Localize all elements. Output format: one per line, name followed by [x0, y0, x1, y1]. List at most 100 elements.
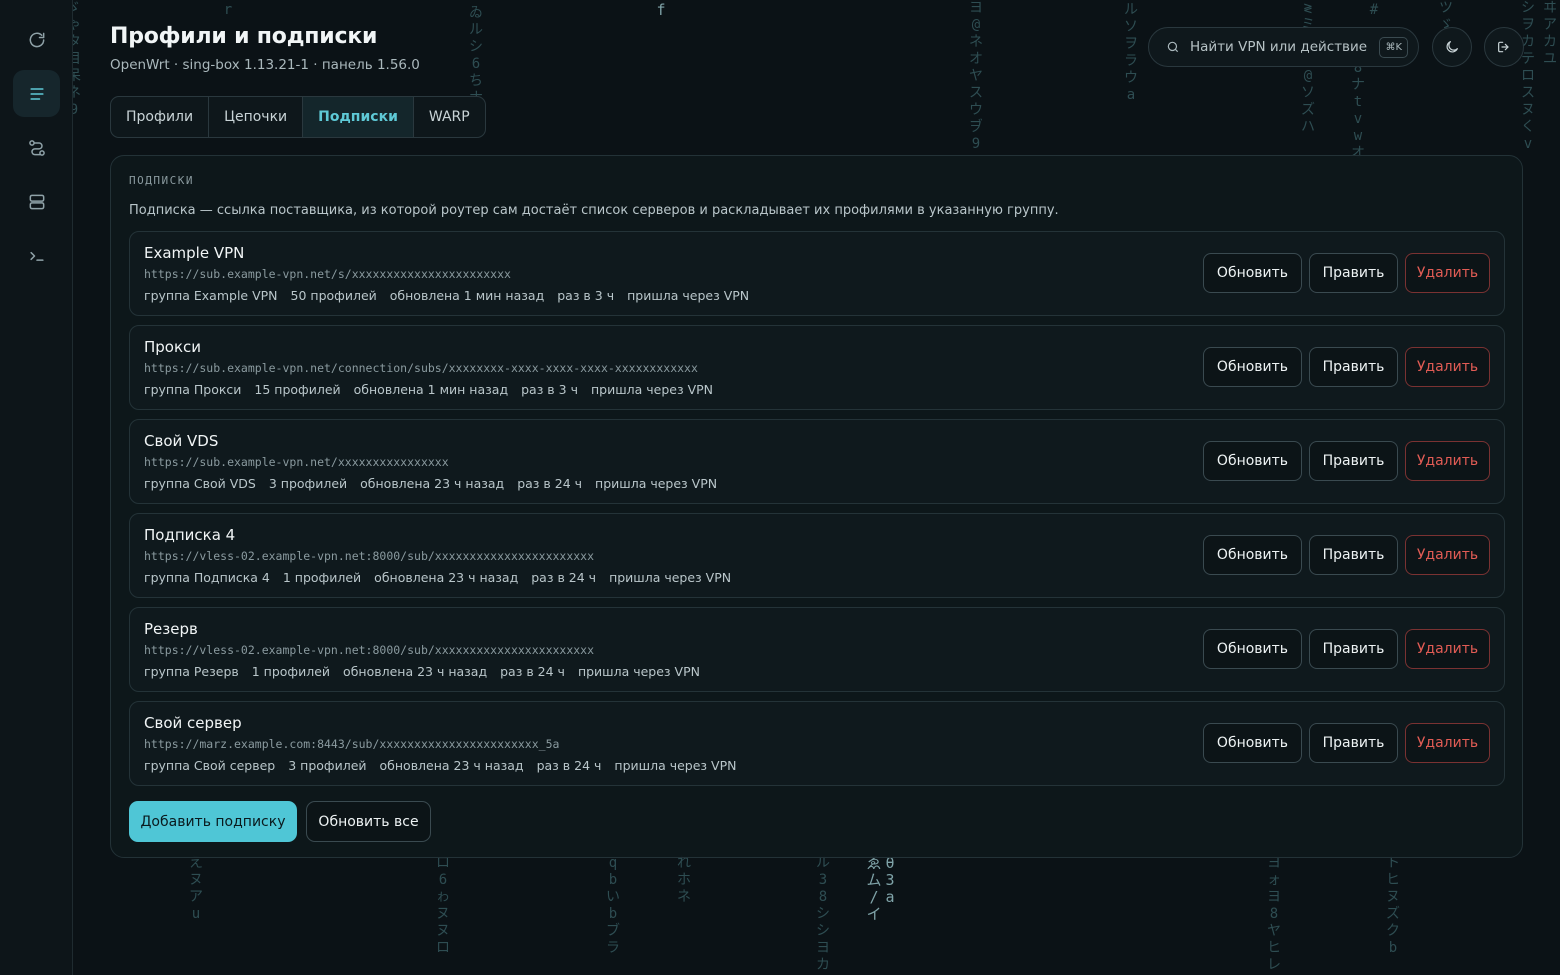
edit-button[interactable]: Править [1309, 723, 1398, 763]
meta-group: группа Прокси [144, 382, 242, 397]
subscription-meta: группа Example VPN 50 профилей обновлена… [144, 288, 762, 303]
refresh-button[interactable]: Обновить [1203, 723, 1302, 763]
delete-button[interactable]: Удалить [1405, 441, 1490, 481]
sidebar-item-routing[interactable] [13, 124, 60, 171]
meta-group: группа Свой VDS [144, 476, 256, 491]
subscription-url: https://vless-02.example-vpn.net:8000/su… [144, 549, 595, 563]
edit-button[interactable]: Править [1309, 535, 1398, 575]
tab-bar: Профили Цепочки Подписки WARP [110, 96, 486, 138]
section-description: Подписка — ссылка поставщика, из которой… [129, 203, 1059, 218]
refresh-all-button[interactable]: Обновить все [306, 801, 431, 842]
moon-icon [1446, 41, 1458, 53]
meta-via: пришла через VPN [627, 288, 750, 303]
meta-updated: обновлена 1 мин назад [353, 382, 509, 397]
subscription-name: Example VPN [144, 244, 245, 262]
delete-button[interactable]: Удалить [1405, 347, 1490, 387]
meta-group: группа Подписка 4 [144, 570, 270, 585]
subscription-actions: Обновить Править Удалить [1196, 347, 1490, 387]
subscription-card: Свой сервер https://marz.example.com:844… [129, 701, 1505, 786]
subscription-card: Подписка 4 https://vless-02.example-vpn.… [129, 513, 1505, 598]
subscription-actions: Обновить Править Удалить [1196, 535, 1490, 575]
edit-button[interactable]: Править [1309, 253, 1398, 293]
meta-updated: обновлена 23 ч назад [379, 758, 524, 773]
subscription-name: Прокси [144, 338, 202, 356]
tab-profiles[interactable]: Профили [111, 97, 210, 137]
subscription-url: https://sub.example-vpn.net/s/xxxxxxxxxx… [144, 267, 511, 281]
theme-toggle-button[interactable] [1432, 27, 1472, 67]
subscription-card: Свой VDS https://sub.example-vpn.net/xxx… [129, 419, 1505, 504]
meta-interval: раз в 3 ч [557, 288, 615, 303]
meta-profiles: 1 профилей [251, 664, 331, 679]
meta-interval: раз в 24 ч [517, 476, 583, 491]
subscription-card: Example VPN https://sub.example-vpn.net/… [129, 231, 1505, 316]
server-icon [29, 194, 44, 209]
meta-via: пришла через VPN [595, 476, 718, 491]
meta-profiles: 50 профилей [290, 288, 377, 303]
tab-warp[interactable]: WARP [414, 97, 485, 137]
meta-interval: раз в 3 ч [521, 382, 578, 397]
subscription-meta: группа Подписка 4 1 профилей обновлена 2… [144, 570, 744, 585]
tab-chains[interactable]: Цепочки [209, 97, 304, 137]
subscription-actions: Обновить Править Удалить [1196, 723, 1490, 763]
sidebar [0, 0, 73, 975]
subscription-url: https://sub.example-vpn.net/connection/s… [144, 361, 698, 375]
subscription-name: Подписка 4 [144, 526, 236, 544]
refresh-button[interactable]: Обновить [1203, 347, 1302, 387]
tab-subscriptions[interactable]: Подписки [303, 97, 414, 137]
add-subscription-button[interactable]: Добавить подписку [129, 801, 297, 842]
subscription-name: Резерв [144, 620, 198, 638]
meta-interval: раз в 24 ч [536, 758, 602, 773]
sidebar-item-status[interactable] [13, 16, 60, 63]
sidebar-item-servers[interactable] [13, 178, 60, 225]
sidebar-item-terminal[interactable] [13, 232, 60, 279]
subscription-name: Свой сервер [144, 714, 242, 732]
search-icon [1167, 41, 1179, 53]
shortcut-badge: ⌘K [1379, 37, 1408, 58]
meta-interval: раз в 24 ч [531, 570, 597, 585]
subscription-name: Свой VDS [144, 432, 219, 450]
delete-button[interactable]: Удалить [1405, 253, 1490, 293]
subscription-meta: группа Свой VDS 3 профилей обновлена 23 … [144, 476, 730, 491]
subscriptions-panel: ПОДПИСКИ Подписка — ссылка поставщика, и… [110, 155, 1523, 858]
edit-button[interactable]: Править [1309, 347, 1398, 387]
meta-updated: обновлена 1 мин назад [389, 288, 545, 303]
subscription-meta: группа Свой сервер 3 профилей обновлена … [144, 758, 749, 773]
meta-updated: обновлена 23 ч назад [360, 476, 505, 491]
delete-button[interactable]: Удалить [1405, 629, 1490, 669]
subscription-card: Резерв https://vless-02.example-vpn.net:… [129, 607, 1505, 692]
meta-updated: обновлена 23 ч назад [374, 570, 519, 585]
meta-profiles: 3 профилей [268, 476, 348, 491]
meta-interval: раз в 24 ч [500, 664, 565, 679]
delete-button[interactable]: Удалить [1405, 723, 1490, 763]
logout-button[interactable] [1484, 27, 1524, 67]
edit-button[interactable]: Править [1309, 629, 1398, 669]
list-icon [29, 87, 44, 100]
delete-button[interactable]: Удалить [1405, 535, 1490, 575]
refresh-button[interactable]: Обновить [1203, 629, 1302, 669]
meta-group: группа Свой сервер [144, 758, 276, 773]
meta-group: группа Example VPN [144, 288, 278, 303]
meta-group: группа Резерв [144, 664, 239, 679]
search-input[interactable] [1190, 39, 1370, 55]
section-label: ПОДПИСКИ [129, 174, 194, 187]
subscription-actions: Обновить Править Удалить [1196, 629, 1490, 669]
meta-via: пришла через VPN [614, 758, 737, 773]
refresh-button[interactable]: Обновить [1203, 441, 1302, 481]
terminal-icon [29, 251, 44, 261]
logout-icon [1498, 41, 1509, 53]
page-subtitle: OpenWrt · sing-box 1.13.21-1 · панель 1.… [110, 57, 420, 73]
meta-via: пришла через VPN [609, 570, 732, 585]
subscription-url: https://marz.example.com:8443/sub/xxxxxx… [144, 737, 560, 751]
edit-button[interactable]: Править [1309, 441, 1398, 481]
refresh-button[interactable]: Обновить [1203, 253, 1302, 293]
route-icon [28, 139, 45, 156]
subscription-meta: группа Прокси 15 профилей обновлена 1 ми… [144, 382, 726, 397]
meta-via: пришла через VPN [590, 382, 714, 397]
meta-profiles: 1 профилей [282, 570, 362, 585]
refresh-button[interactable]: Обновить [1203, 535, 1302, 575]
meta-profiles: 15 профилей [254, 382, 341, 397]
sidebar-item-profiles[interactable] [13, 70, 60, 117]
subscription-actions: Обновить Править Удалить [1196, 441, 1490, 481]
subscription-card: Прокси https://sub.example-vpn.net/conne… [129, 325, 1505, 410]
search-box[interactable]: ⌘K [1148, 27, 1419, 67]
